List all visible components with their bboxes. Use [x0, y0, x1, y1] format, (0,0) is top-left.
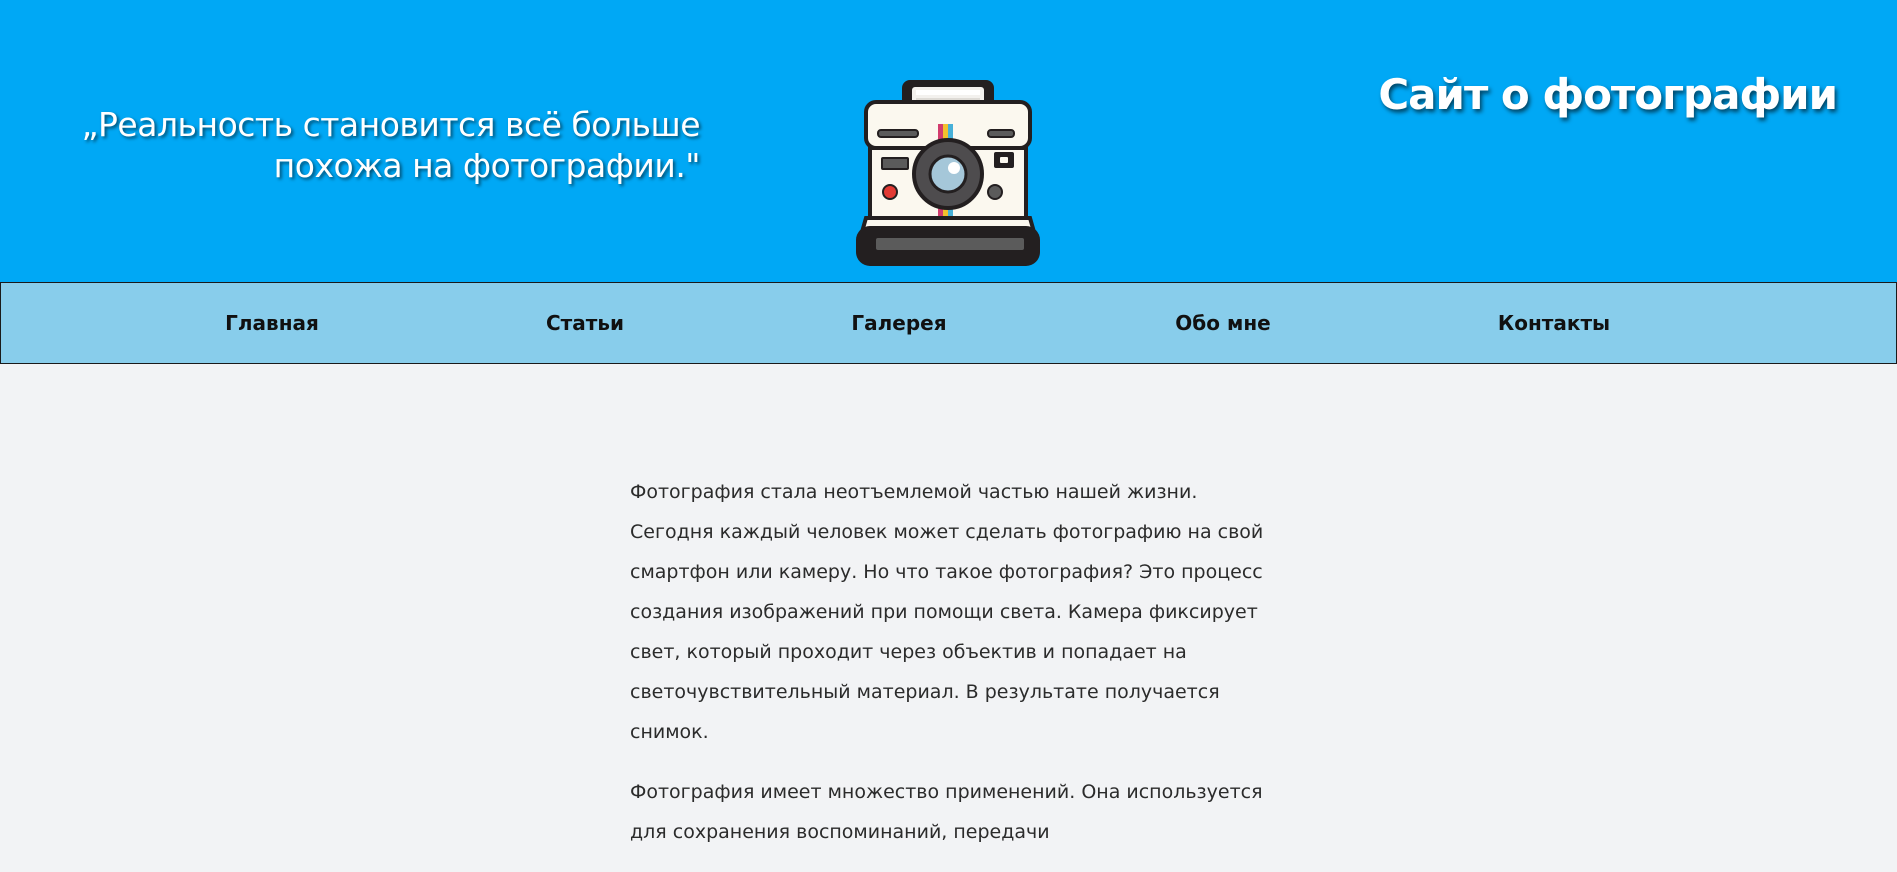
content-paragraph-1: Фотография стала неотъемлемой частью наш…	[630, 481, 1264, 743]
nav-item-gallery[interactable]: Галерея	[851, 283, 946, 363]
header-quote-line-2: похожа на фотографии."	[273, 146, 701, 185]
nav-item-home[interactable]: Главная	[225, 283, 319, 363]
site-title[interactable]: Сайт о фотографии	[1378, 70, 1838, 119]
header-quote: „Реальность становится всё больше похожа…	[40, 104, 700, 186]
nav-item-about[interactable]: Обо мне	[1175, 283, 1270, 363]
polaroid-camera-icon	[856, 80, 1040, 266]
content-paragraph-2: Фотография имеет множество применений. О…	[630, 781, 1263, 843]
main-content: Фотография стала неотъемлемой частью наш…	[630, 472, 1280, 872]
site-header: „Реальность становится всё больше похожа…	[0, 0, 1897, 282]
main-navigation: Главная Статьи Галерея Обо мне Контакты	[0, 282, 1897, 364]
header-quote-line-1: „Реальность становится всё больше	[81, 105, 700, 144]
nav-item-contacts[interactable]: Контакты	[1498, 283, 1610, 363]
nav-item-articles[interactable]: Статьи	[546, 283, 624, 363]
